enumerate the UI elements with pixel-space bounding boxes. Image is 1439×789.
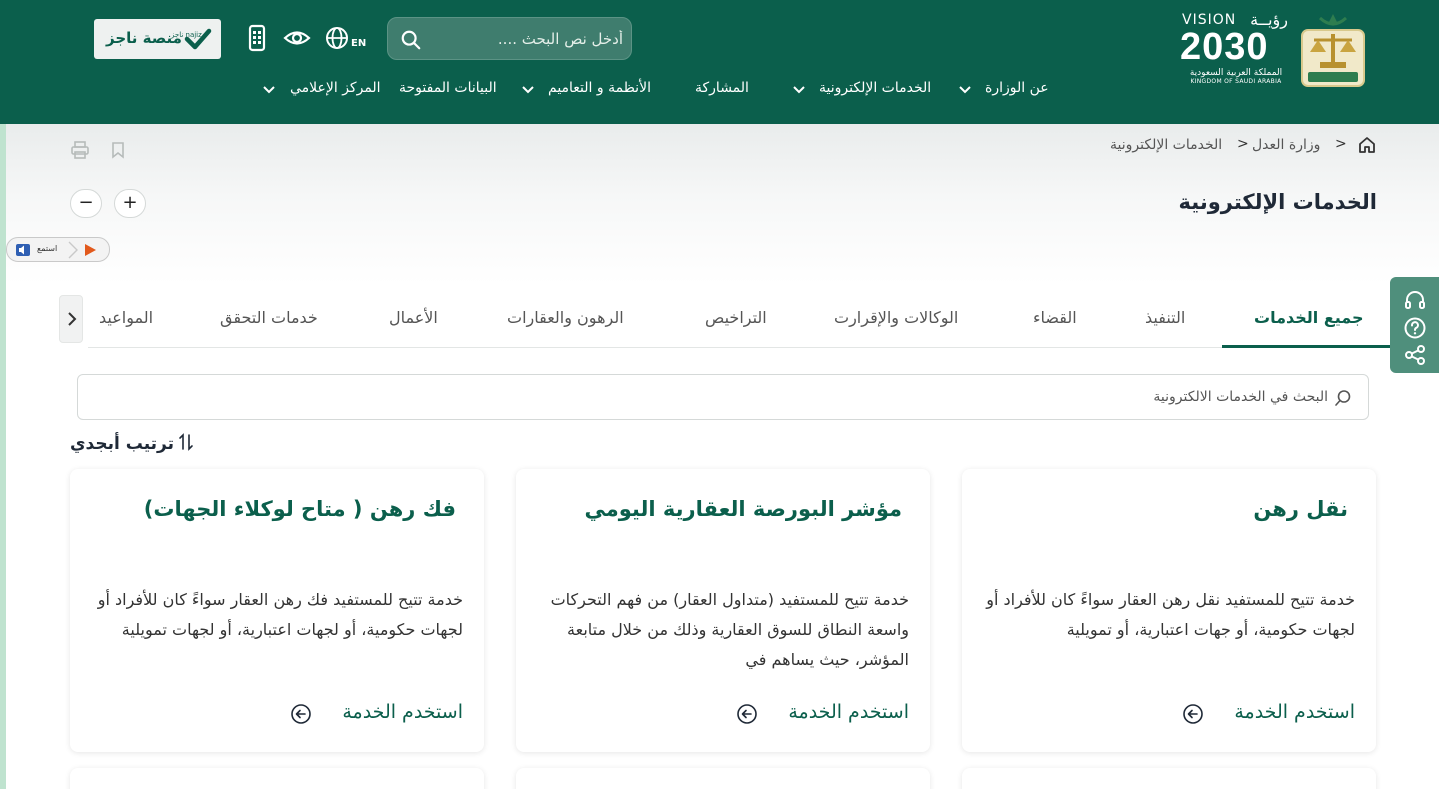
share-icon[interactable]	[1403, 343, 1427, 367]
vision-2030-logo[interactable]: VISION رؤيــة 2030 المملكة العربية السعو…	[1180, 10, 1292, 86]
ministry-of-justice-logo[interactable]	[1300, 10, 1366, 88]
headset-icon[interactable]	[1403, 289, 1427, 313]
service-card[interactable]: مؤشر البورصة العقارية اليومي خدمة تتيح ل…	[516, 469, 930, 752]
service-card-description: خدمة تتيح للمستفيد (متداول العقار) من فه…	[550, 590, 909, 669]
search-icon[interactable]	[400, 29, 422, 51]
najiz-platform-button[interactable]: منصة ناجز ناجز najiz	[94, 19, 221, 59]
service-card[interactable]: نقل رهن خدمة تتيح للمستفيد نقل رهن العقا…	[962, 469, 1376, 752]
breadcrumb-ministry[interactable]: وزارة العدل	[1252, 137, 1320, 153]
nav-open-data[interactable]: البيانات المفتوحة	[399, 80, 497, 100]
chevron-down-icon[interactable]	[958, 83, 972, 97]
service-card-title[interactable]: مؤشر البورصة العقارية اليومي	[585, 497, 902, 521]
chevron-right-icon	[68, 312, 77, 326]
use-service-link[interactable]: استخدم الخدمة	[788, 701, 909, 723]
arrow-left-circle-icon[interactable]	[1182, 703, 1204, 725]
globe-icon[interactable]	[324, 24, 352, 52]
service-card[interactable]	[516, 768, 930, 789]
eye-icon[interactable]	[283, 24, 311, 52]
tab-all-services[interactable]: جميع الخدمات	[1254, 308, 1364, 327]
najiz-check-icon	[184, 28, 212, 50]
header-search	[387, 17, 632, 60]
arrow-left-circle-icon[interactable]	[290, 703, 312, 725]
service-card-title[interactable]: فك رهن ( متاح لوكلاء الجهات)	[144, 497, 456, 521]
services-search	[77, 374, 1369, 420]
sort-alphabetical-button[interactable]: ترتيب أبجدي	[70, 432, 174, 456]
nav-media-center[interactable]: المركز الإعلامي	[290, 80, 381, 100]
arrow-left-circle-icon[interactable]	[736, 703, 758, 725]
service-card-title[interactable]: نقل رهن	[1253, 497, 1348, 521]
nav-participation[interactable]: المشاركة	[695, 80, 749, 100]
listen-button[interactable]: استمع	[6, 237, 110, 262]
speaker-icon	[16, 244, 30, 256]
print-icon[interactable]	[70, 140, 90, 160]
chevron-down-icon[interactable]	[262, 83, 276, 97]
tab-appointments[interactable]: المواعيد	[99, 308, 153, 327]
bookmark-icon[interactable]	[108, 140, 128, 160]
service-card-description: خدمة تتيح للمستفيد فك رهن العقار سواءً ك…	[97, 590, 463, 639]
tab-business[interactable]: الأعمال	[389, 308, 438, 327]
chevron-down-icon[interactable]	[521, 83, 535, 97]
use-service-link[interactable]: استخدم الخدمة	[1234, 701, 1355, 723]
services-search-input[interactable]	[88, 375, 1328, 419]
nav-e-services[interactable]: الخدمات الإلكترونية	[819, 80, 931, 100]
header-search-input[interactable]	[428, 18, 623, 59]
service-card[interactable]: فك رهن ( متاح لوكلاء الجهات) خدمة تتيح ل…	[70, 469, 484, 752]
chevron-down-icon[interactable]	[792, 83, 806, 97]
listen-label: استمع	[37, 244, 58, 253]
breadcrumb-e-services: الخدمات الإلكترونية	[1110, 137, 1223, 153]
site-header: VISION رؤيــة 2030 المملكة العربية السعو…	[0, 0, 1439, 124]
tabs-scroll-button[interactable]	[59, 295, 83, 343]
search-icon	[1335, 390, 1351, 406]
help-icon[interactable]	[1403, 316, 1427, 340]
home-icon[interactable]	[1357, 135, 1377, 155]
tab-licenses[interactable]: التراخيص	[705, 308, 767, 327]
tab-judiciary[interactable]: القضاء	[1033, 308, 1077, 327]
service-card[interactable]	[962, 768, 1376, 789]
tab-verification-services[interactable]: خدمات التحقق	[220, 308, 318, 327]
tab-powers-of-attorney[interactable]: الوكالات والإقرارت	[834, 308, 958, 327]
language-switch[interactable]: EN	[351, 38, 366, 49]
sort-label: ترتيب أبجدي	[69, 434, 174, 454]
service-card-description: خدمة تتيح للمستفيد نقل رهن العقار سواءً …	[986, 590, 1355, 639]
left-accent-rail	[0, 124, 6, 789]
use-service-link[interactable]: استخدم الخدمة	[342, 701, 463, 723]
nav-about-ministry[interactable]: عن الوزارة	[985, 80, 1049, 100]
side-tools-panel	[1390, 277, 1439, 373]
vision-year: 2030	[1180, 26, 1269, 68]
mobile-app-icon[interactable]	[243, 24, 271, 52]
divider-chevron-icon	[68, 241, 78, 259]
play-icon[interactable]	[83, 243, 97, 257]
tab-execution[interactable]: التنفيذ	[1145, 308, 1185, 327]
page-title: الخدمات الإلكترونية	[1178, 190, 1377, 214]
vision-kingdom-en: KINGDOM OF SAUDI ARABIA	[1190, 78, 1282, 85]
service-card[interactable]	[70, 768, 484, 789]
zoom-out-button[interactable]: −	[70, 189, 102, 218]
sort-arrows-icon[interactable]	[178, 432, 194, 452]
breadcrumb-separator: >	[1335, 136, 1347, 152]
breadcrumb-separator: >	[1237, 136, 1249, 152]
zoom-in-button[interactable]: +	[114, 189, 146, 218]
nav-regulations[interactable]: الأنظمة و التعاميم	[548, 80, 651, 100]
vision-kingdom-ar: المملكة العربية السعودية	[1189, 68, 1283, 78]
tabs-divider	[88, 347, 1390, 348]
active-tab-indicator	[1222, 345, 1390, 348]
tab-mortgages-real-estate[interactable]: الرهون والعقارات	[507, 308, 624, 327]
